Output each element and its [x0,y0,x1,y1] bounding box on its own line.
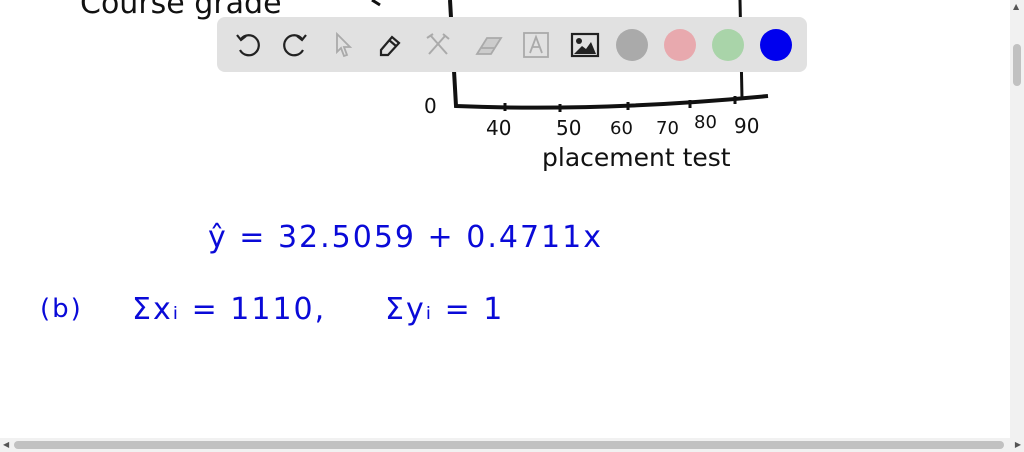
x-tick-label: 90 [734,114,760,138]
x-tick-label: 70 [656,118,679,139]
color-green[interactable] [709,26,747,64]
pen-icon [379,35,401,57]
vertical-scroll-thumb[interactable] [1013,44,1021,86]
color-blue[interactable] [757,26,795,64]
horizontal-scroll-thumb[interactable] [14,441,1004,449]
sum-x: Σxᵢ = 1110, [132,292,327,327]
tools-button[interactable] [419,26,457,64]
redo-button[interactable] [276,26,314,64]
eraser-tool[interactable] [469,26,507,64]
color-gray[interactable] [613,26,651,64]
color-swatch [712,29,744,61]
image-icon [570,32,600,58]
x-tick-label: 40 [486,116,512,140]
color-swatch [760,29,792,61]
x-tick-label: 60 [610,118,633,139]
color-swatch [664,29,696,61]
pen-tool[interactable] [371,26,409,64]
scroll-left-icon[interactable]: ◀ [3,440,9,449]
drawing-toolbar [217,17,807,72]
regression-equation: ŷ = 32.5059 + 0.4711x [208,220,603,255]
text-tool[interactable] [517,26,555,64]
undo-icon [236,34,260,57]
image-tool[interactable] [566,26,604,64]
x-tick-label: 80 [694,112,717,133]
undo-button[interactable] [229,26,267,64]
horizontal-scrollbar[interactable]: ◀ ▶ [0,438,1024,452]
x-axis-label: placement test [542,143,731,172]
scroll-right-icon[interactable]: ▶ [1015,440,1021,449]
y-tick-zero: 0 [424,94,437,118]
tools-icon [426,33,450,55]
scroll-up-icon[interactable]: ▲ [1013,2,1019,11]
cursor-icon [336,31,353,58]
text-icon [523,32,549,58]
redo-icon [283,34,307,57]
vertical-scrollbar[interactable]: ▲ [1010,0,1024,438]
select-tool[interactable] [324,26,362,64]
part-b-label: (b) [40,294,83,324]
x-tick-label: 50 [556,116,582,140]
eraser-icon [475,37,503,55]
color-swatch [616,29,648,61]
color-pink[interactable] [661,26,699,64]
sum-y: Σyᵢ = 1 [385,292,505,327]
